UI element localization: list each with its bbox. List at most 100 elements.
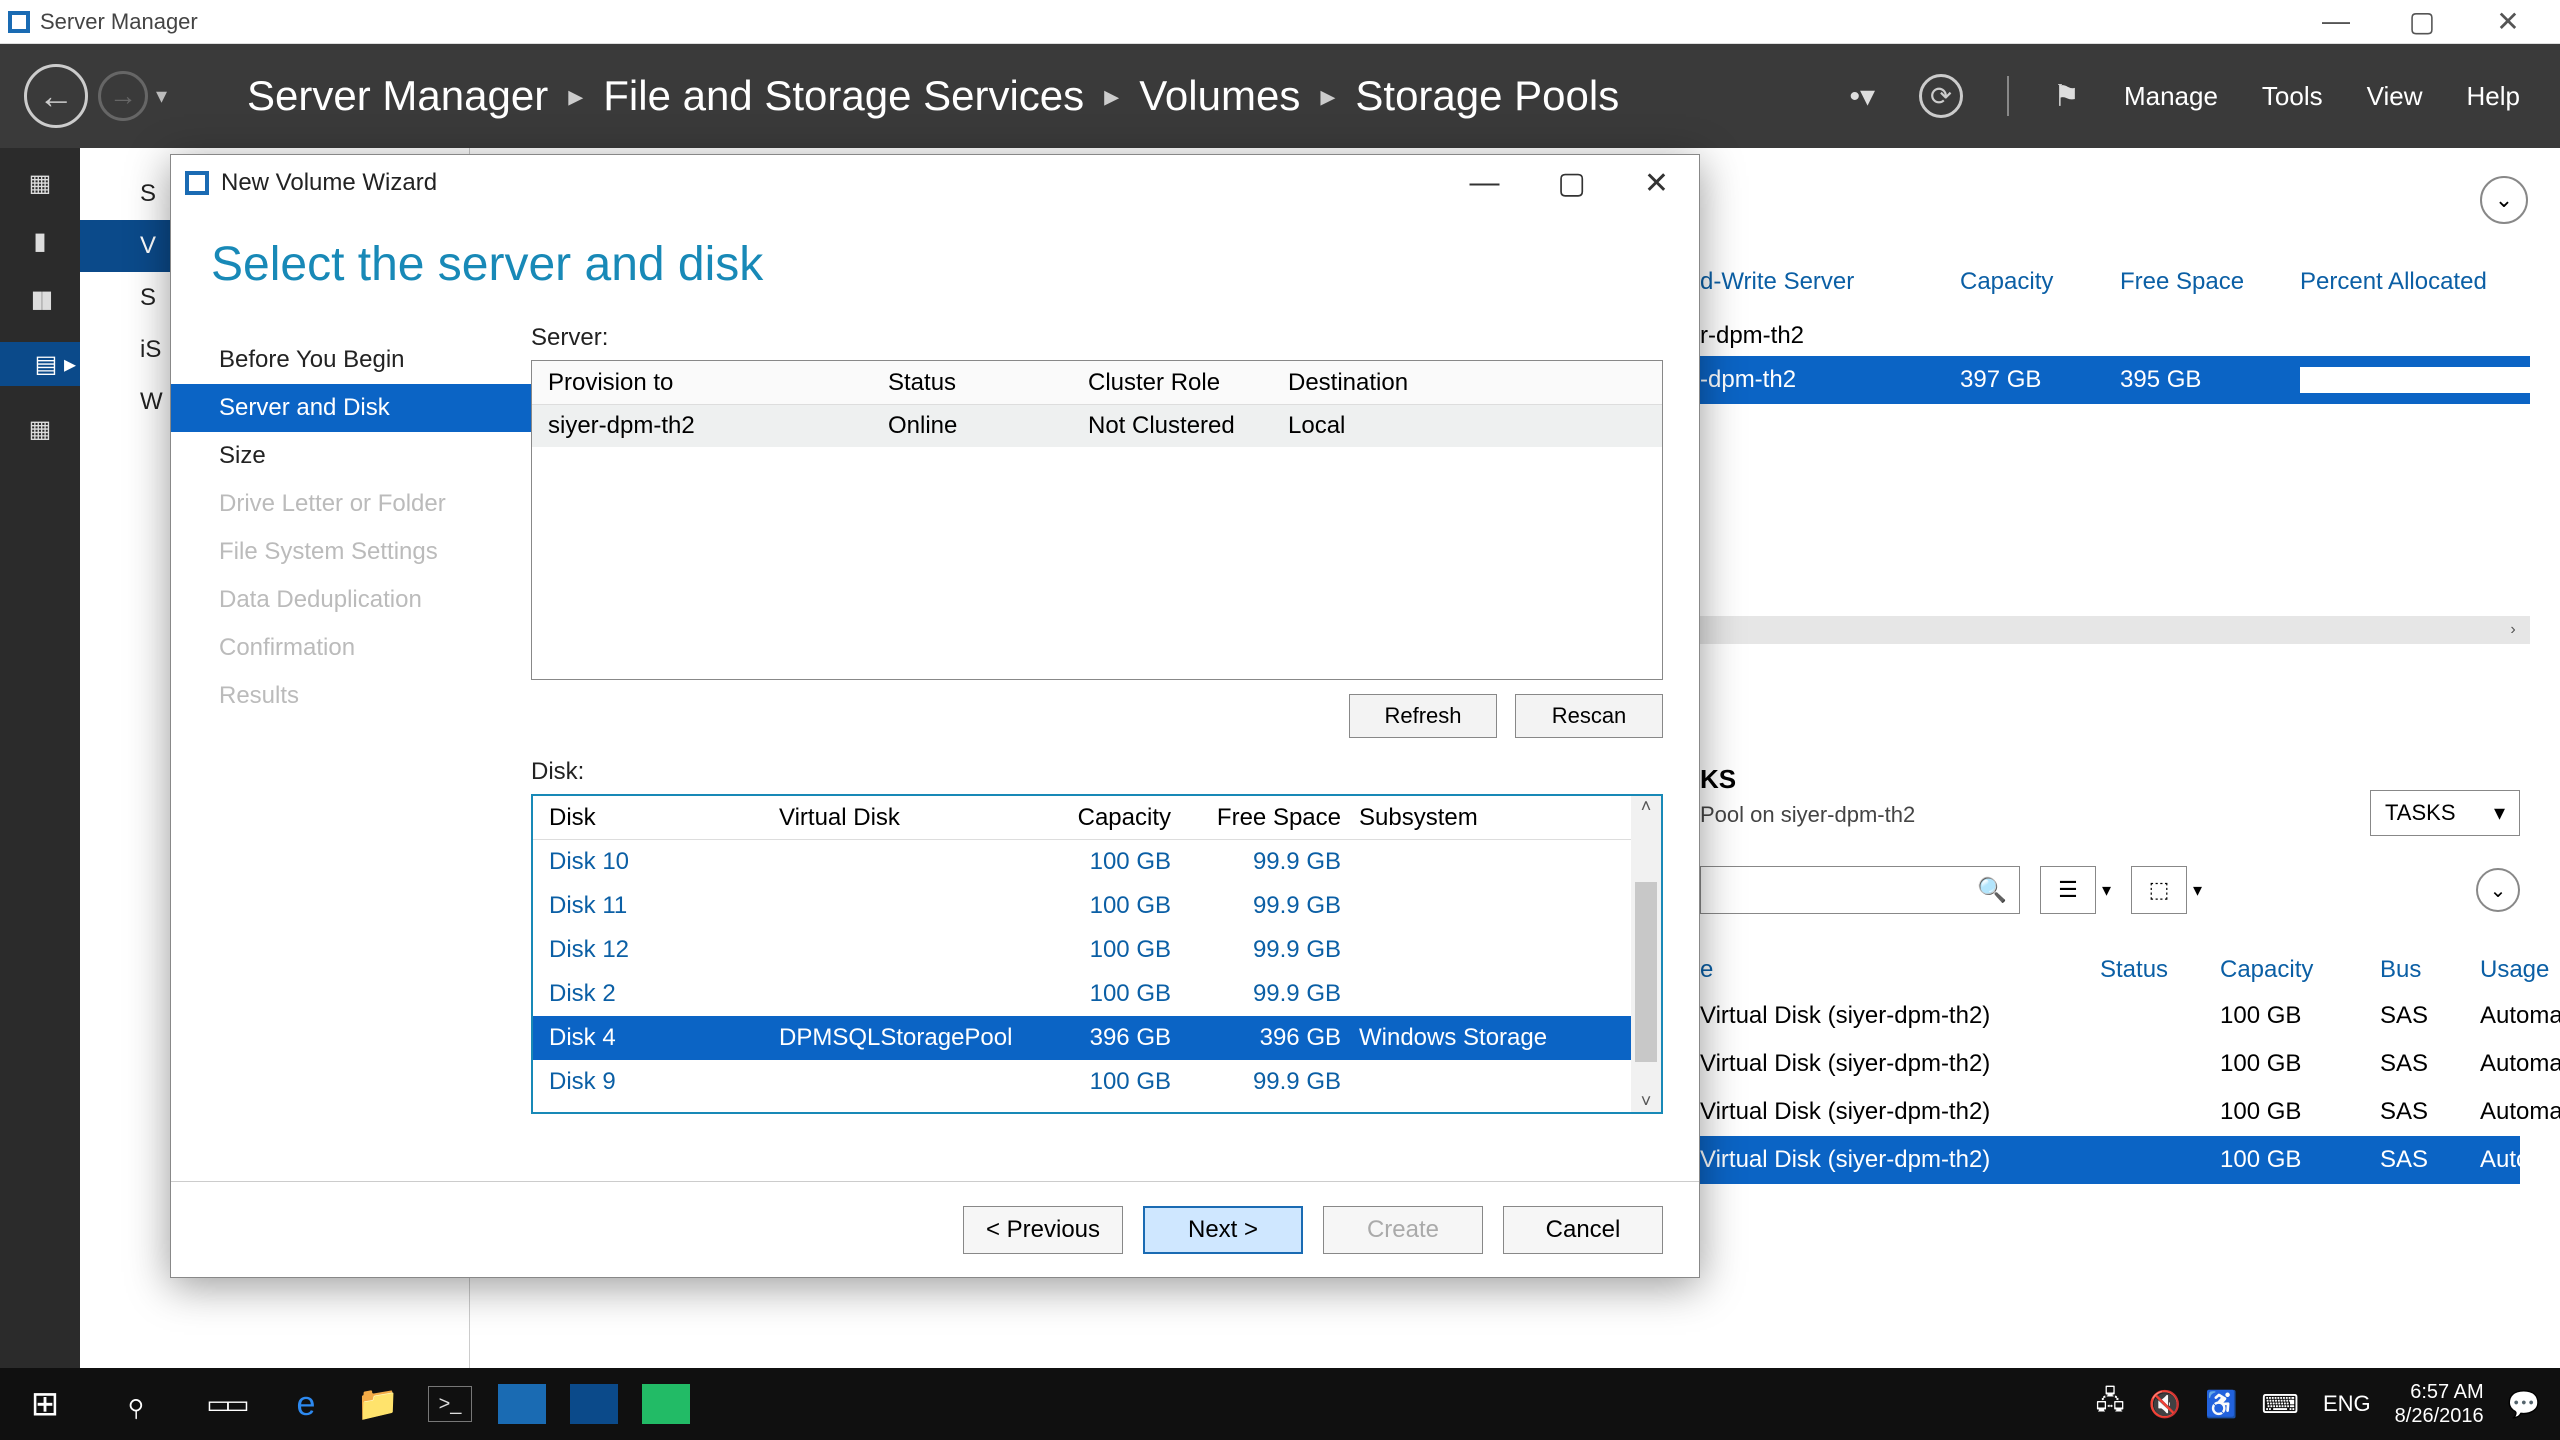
server-col-status[interactable]: Status xyxy=(888,369,1088,397)
previous-button[interactable]: < Previous xyxy=(963,1206,1123,1254)
crumb-fss[interactable]: File and Storage Services xyxy=(603,72,1084,120)
crumb-volumes[interactable]: Volumes xyxy=(1139,72,1300,120)
col-free[interactable]: Free Space xyxy=(2120,268,2300,296)
disk-scrollbar[interactable]: ˄ ˅ xyxy=(1631,796,1661,1112)
crumb-storage-pools[interactable]: Storage Pools xyxy=(1355,72,1619,120)
close-button[interactable]: ✕ xyxy=(2488,5,2528,38)
pools-group-label[interactable]: r-dpm-th2 xyxy=(1700,316,2530,356)
start-button[interactable] xyxy=(0,1368,90,1440)
tray-network-icon[interactable]: 🖧 xyxy=(2096,1382,2125,1426)
search-button[interactable] xyxy=(90,1368,180,1440)
disk-row-2[interactable]: Disk 12100 GB99.9 GB xyxy=(533,928,1631,972)
ie-icon[interactable]: e xyxy=(270,1368,342,1440)
disk-row-5[interactable]: Disk 9100 GB99.9 GB xyxy=(533,1060,1631,1104)
rail-dashboard[interactable] xyxy=(20,168,60,198)
flag-icon[interactable]: ⚑ xyxy=(2053,79,2080,114)
disk-row-0[interactable]: Disk 10100 GB99.9 GB xyxy=(533,840,1631,884)
header-bar: ← → ▾ Server Manager▸ File and Storage S… xyxy=(0,44,2560,148)
vd-col-bus[interactable]: Bus xyxy=(2380,956,2480,984)
disk-row-3[interactable]: Disk 2100 GB99.9 GB xyxy=(533,972,1631,1016)
tray-clock[interactable]: 6:57 AM 8/26/2016 xyxy=(2395,1380,2484,1428)
wizard-close-button[interactable]: ✕ xyxy=(1644,166,1669,201)
server-col-provision[interactable]: Provision to xyxy=(548,369,888,397)
header-dropdown-icon[interactable]: •▾ xyxy=(1849,79,1875,114)
collapse-panel-icon[interactable]: ⌄ xyxy=(2480,176,2528,224)
nav-forward-button[interactable]: → xyxy=(98,71,148,121)
vd-col-status[interactable]: Status xyxy=(2100,956,2220,984)
disk-col-disk[interactable]: Disk xyxy=(549,804,779,832)
vd-search-input[interactable]: 🔍 xyxy=(1700,866,2020,914)
menu-view[interactable]: View xyxy=(2367,81,2423,112)
menu-tools[interactable]: Tools xyxy=(2262,81,2323,112)
tray-volume-icon[interactable]: 🔇 xyxy=(2149,1389,2181,1420)
wizard-maximize-button[interactable]: ▢ xyxy=(1558,166,1586,201)
maximize-button[interactable]: ▢ xyxy=(2402,5,2442,38)
tasks-dropdown-button[interactable]: TASKS ▾ xyxy=(2370,790,2520,836)
app-icon-3[interactable] xyxy=(630,1368,702,1440)
disk-table[interactable]: Disk Virtual Disk Capacity Free Space Su… xyxy=(531,794,1663,1114)
tray-language[interactable]: ENG xyxy=(2323,1391,2371,1417)
pools-scrollbar[interactable]: › xyxy=(1700,616,2530,644)
disk-col-cap[interactable]: Capacity xyxy=(1029,804,1189,832)
nav-history-dropdown[interactable]: ▾ xyxy=(156,83,167,109)
disk-row-1[interactable]: Disk 11100 GB99.9 GB xyxy=(533,884,1631,928)
server-col-role[interactable]: Cluster Role xyxy=(1088,369,1288,397)
wizard-step-2[interactable]: Size xyxy=(171,432,531,480)
app-icon-2[interactable] xyxy=(558,1368,630,1440)
disk-col-sub[interactable]: Subsystem xyxy=(1359,804,1559,832)
refresh-icon[interactable]: ⟳ xyxy=(1919,74,1963,118)
wizard-step-0[interactable]: Before You Begin xyxy=(171,336,531,384)
nav-back-button[interactable]: ← xyxy=(24,64,88,128)
menu-manage[interactable]: Manage xyxy=(2124,81,2218,112)
server-col-dest[interactable]: Destination xyxy=(1288,369,1488,397)
crumb-root[interactable]: Server Manager xyxy=(247,72,548,120)
col-server[interactable]: d-Write Server xyxy=(1700,268,1960,296)
disk-col-free[interactable]: Free Space xyxy=(1189,804,1359,832)
vd-row-1[interactable]: Virtual Disk (siyer-dpm-th2)100 GBSASAut… xyxy=(1700,1040,2520,1088)
rescan-button[interactable]: Rescan xyxy=(1515,694,1663,738)
disk-col-vd[interactable]: Virtual Disk xyxy=(779,804,1029,832)
scroll-thumb[interactable] xyxy=(1635,882,1657,1062)
vd-filter-button[interactable]: ☰ xyxy=(2040,866,2096,914)
vd-col-usage[interactable]: Usage xyxy=(2480,956,2560,984)
rail-disks[interactable] xyxy=(20,414,60,444)
system-tray: 🖧 🔇 ♿ ⌨ ENG 6:57 AM 8/26/2016 💬 xyxy=(2096,1380,2560,1428)
server-manager-taskbar-icon[interactable] xyxy=(486,1368,558,1440)
rail-all-servers[interactable] xyxy=(20,284,60,314)
scroll-up-icon[interactable]: ˄ xyxy=(1641,796,1652,817)
rail-file-storage[interactable] xyxy=(0,342,80,386)
vd-col-capacity[interactable]: Capacity xyxy=(2220,956,2380,984)
scroll-down-icon[interactable]: ˅ xyxy=(1641,1091,1652,1112)
disk-row-4[interactable]: Disk 4DPMSQLStoragePool396 GB396 GBWindo… xyxy=(533,1016,1631,1060)
col-percent[interactable]: Percent Allocated xyxy=(2300,268,2560,296)
vd-collapse-icon[interactable]: ⌄ xyxy=(2476,868,2520,912)
tray-keyboard-icon[interactable]: ⌨ xyxy=(2261,1389,2299,1420)
pools-rows: r-dpm-th2 -dpm-th2 397 GB 395 GB xyxy=(1700,316,2530,404)
taskview-button[interactable] xyxy=(180,1368,270,1440)
rail-local-server[interactable] xyxy=(20,226,60,256)
cancel-button[interactable]: Cancel xyxy=(1503,1206,1663,1254)
vd-save-button[interactable]: ⬚ xyxy=(2131,866,2187,914)
vd-row-0[interactable]: Virtual Disk (siyer-dpm-th2)100 GBSASAut… xyxy=(1700,992,2520,1040)
wizard-step-1[interactable]: Server and Disk xyxy=(171,384,531,432)
vd-row-3[interactable]: Virtual Disk (siyer-dpm-th2)100 GBSASAut… xyxy=(1700,1136,2520,1184)
vd-col-name[interactable]: e xyxy=(1700,956,2100,984)
create-button[interactable]: Create xyxy=(1323,1206,1483,1254)
col-capacity[interactable]: Capacity xyxy=(1960,268,2120,296)
server-row-0[interactable]: siyer-dpm-th2 Online Not Clustered Local xyxy=(532,405,1662,447)
refresh-button[interactable]: Refresh xyxy=(1349,694,1497,738)
minimize-button[interactable]: — xyxy=(2316,5,2356,38)
pools-row-0[interactable]: -dpm-th2 397 GB 395 GB xyxy=(1700,356,2530,404)
menu-help[interactable]: Help xyxy=(2467,81,2520,112)
wizard-step-5: Data Deduplication xyxy=(171,576,531,624)
search-icon: 🔍 xyxy=(1977,876,2007,905)
explorer-icon[interactable]: 📁 xyxy=(342,1368,414,1440)
server-table[interactable]: Provision to Status Cluster Role Destina… xyxy=(531,360,1663,680)
next-button[interactable]: Next > xyxy=(1143,1206,1303,1254)
powershell-icon[interactable]: >_ xyxy=(414,1368,486,1440)
tray-accessibility-icon[interactable]: ♿ xyxy=(2205,1389,2237,1420)
vd-row-2[interactable]: Virtual Disk (siyer-dpm-th2)100 GBSASAut… xyxy=(1700,1088,2520,1136)
wizard-minimize-button[interactable]: — xyxy=(1470,166,1500,201)
wizard-step-4: File System Settings xyxy=(171,528,531,576)
tray-notifications-icon[interactable]: 💬 xyxy=(2508,1389,2540,1420)
